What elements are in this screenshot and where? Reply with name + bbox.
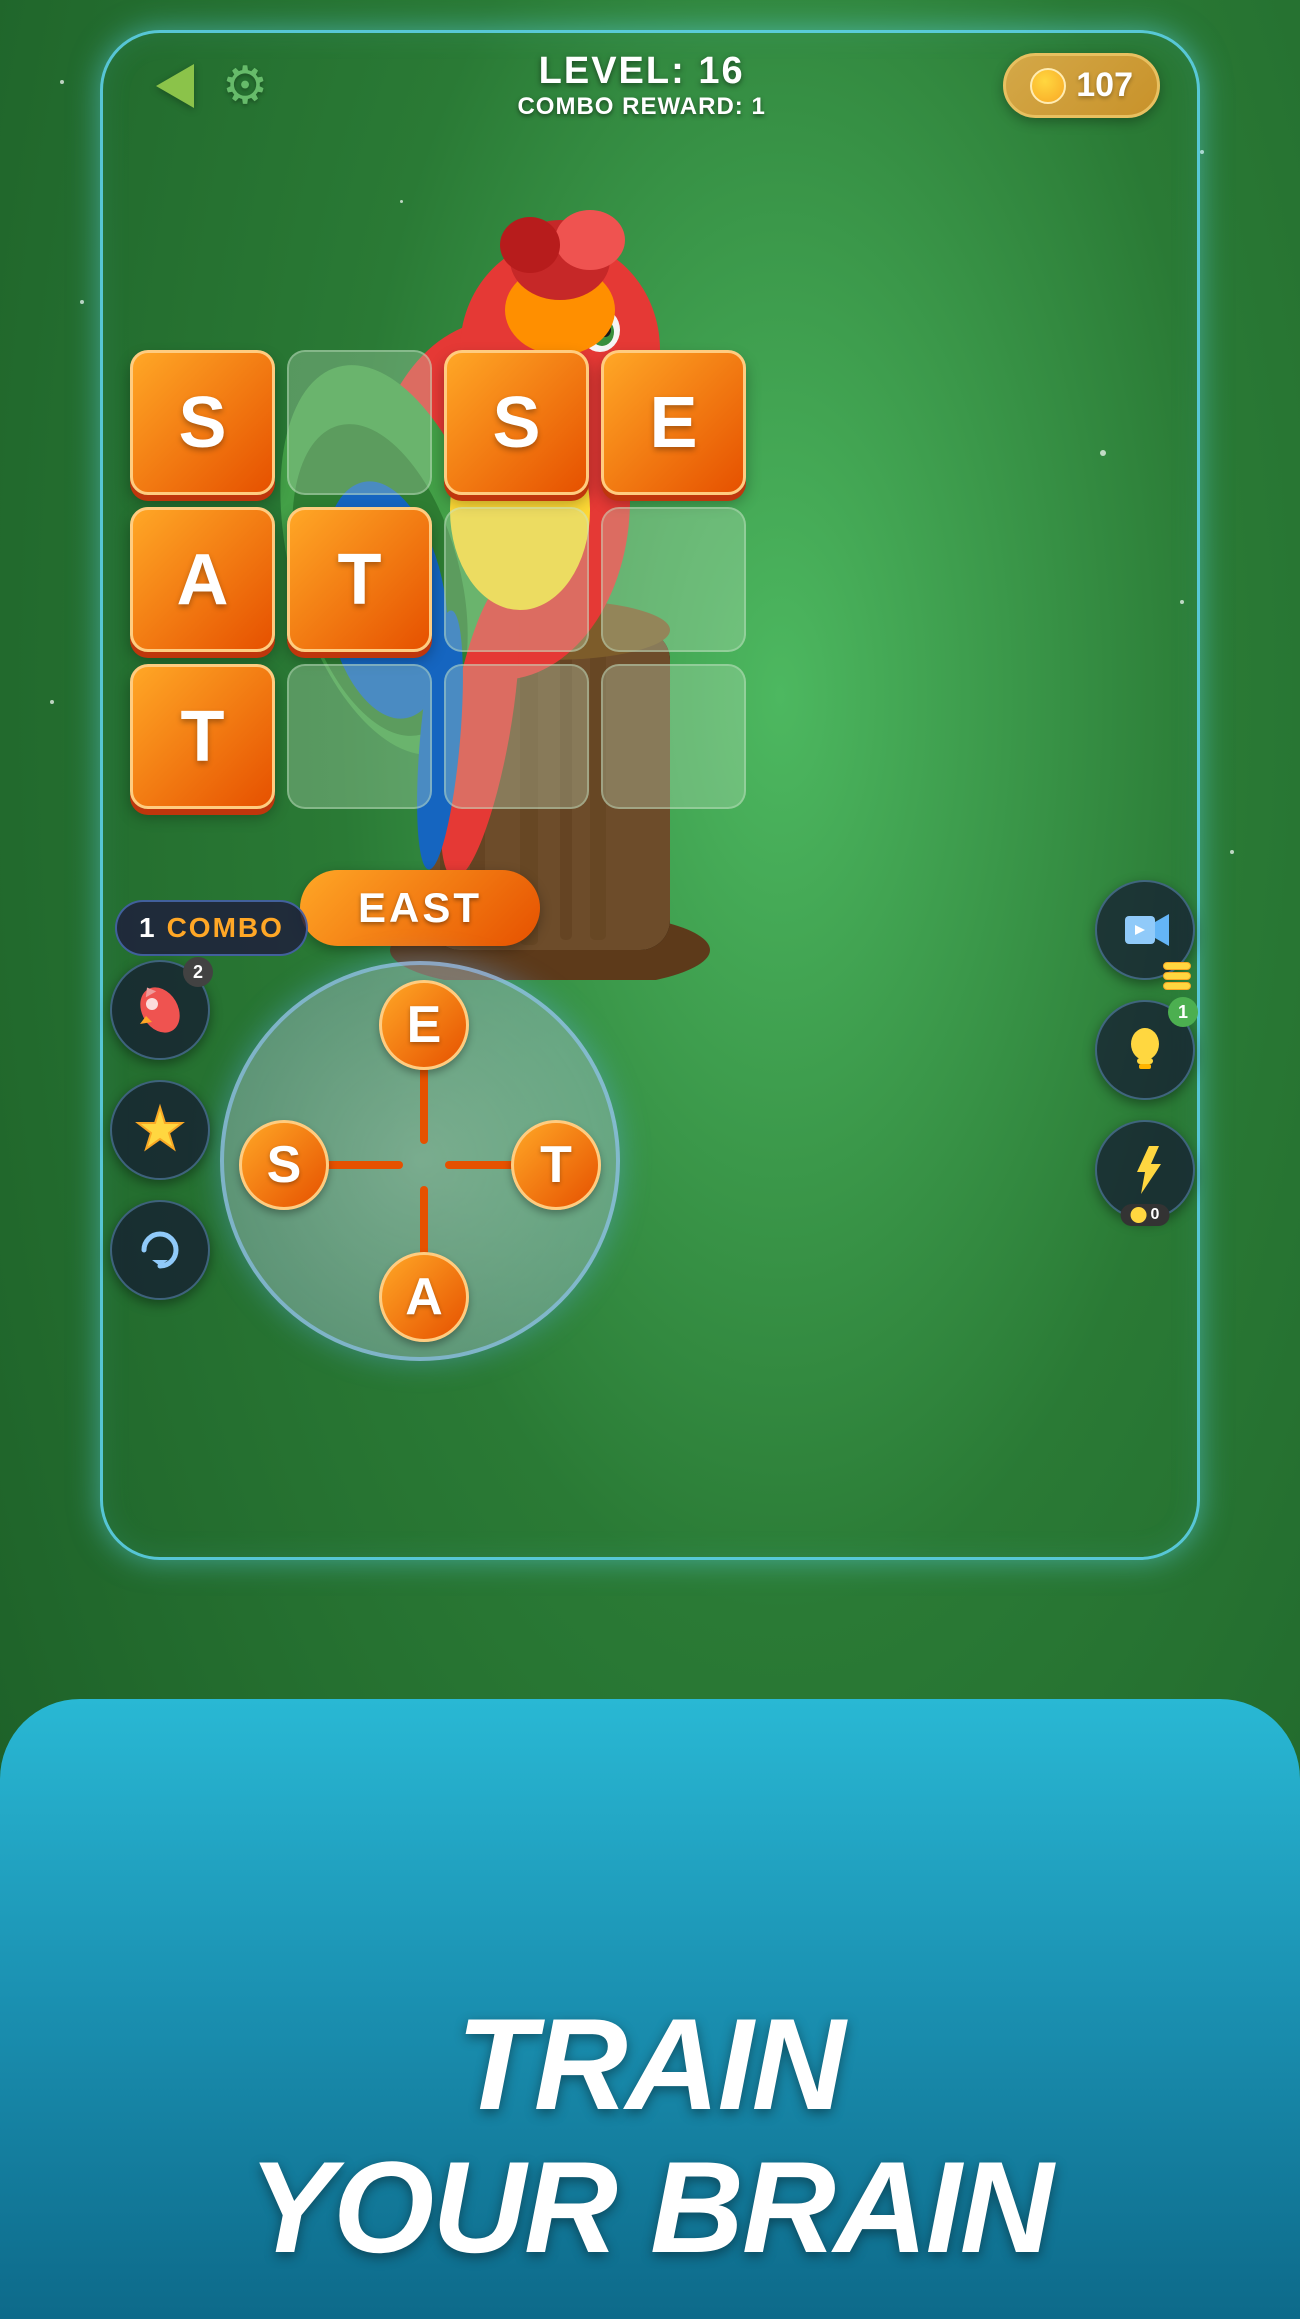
lightning-button[interactable]: 0 <box>1095 1120 1195 1220</box>
combo-label: COMBO <box>167 912 284 944</box>
lightning-count: 0 <box>1151 1206 1160 1224</box>
tagline-line1: TRAIN <box>0 1993 1300 2136</box>
gear-icon: ⚙ <box>222 56 269 116</box>
tile-empty-2 <box>444 507 589 652</box>
tile-t2[interactable]: T <box>130 664 275 809</box>
letter-wheel[interactable]: E S T A <box>220 961 620 1361</box>
settings-button[interactable]: ⚙ <box>210 51 280 121</box>
sparkle <box>1200 150 1204 154</box>
sparkle <box>80 300 84 304</box>
lightning-coin-icon <box>1131 1207 1147 1223</box>
rocket-icon <box>132 982 188 1038</box>
tagline: TRAIN YOUR BRAIN <box>0 1993 1300 2279</box>
wheel-word-display: EAST <box>300 870 540 946</box>
lightning-badge: 0 <box>1121 1204 1170 1226</box>
wheel-letter-s[interactable]: S <box>239 1120 329 1210</box>
game-grid: S S E A T T <box>130 350 746 809</box>
star-icon <box>132 1102 188 1158</box>
tile-empty-6 <box>601 664 746 809</box>
hint-badge: 1 <box>1168 997 1198 1027</box>
rocket-badge: 2 <box>183 957 213 987</box>
hint-button[interactable]: 1 <box>1095 1000 1195 1100</box>
tile-empty-3 <box>601 507 746 652</box>
coins-value: 107 <box>1076 66 1133 105</box>
tile-empty-5 <box>444 664 589 809</box>
side-buttons-right: 1 0 <box>1095 880 1195 1220</box>
header: ⚙ LEVEL: 16 COMBO REWARD: 1 107 <box>100 50 1200 121</box>
coins-badge: 107 <box>1003 53 1160 118</box>
star-button[interactable] <box>110 1080 210 1180</box>
wheel-letter-a[interactable]: A <box>379 1252 469 1342</box>
tile-t1[interactable]: T <box>287 507 432 652</box>
combo-badge: 1 COMBO <box>115 900 308 956</box>
rocket-button[interactable]: 2 <box>110 960 210 1060</box>
video-icon <box>1117 902 1173 958</box>
wheel-letter-e[interactable]: E <box>379 980 469 1070</box>
level-info: LEVEL: 16 COMBO REWARD: 1 <box>300 50 983 121</box>
back-icon <box>156 64 194 108</box>
wheel-letter-t[interactable]: T <box>511 1120 601 1210</box>
coin-icon <box>1030 68 1066 104</box>
tile-e[interactable]: E <box>601 350 746 495</box>
sparkle <box>60 80 64 84</box>
tile-s2[interactable]: S <box>444 350 589 495</box>
tile-empty-4 <box>287 664 432 809</box>
combo-reward-label: COMBO REWARD: 1 <box>300 93 983 121</box>
sparkle <box>1230 850 1234 854</box>
refresh-icon <box>132 1222 188 1278</box>
wheel-word: EAST <box>358 884 482 931</box>
tile-empty-1 <box>287 350 432 495</box>
level-label: LEVEL: 16 <box>300 50 983 93</box>
lightbulb-icon <box>1117 1022 1173 1078</box>
tile-a[interactable]: A <box>130 507 275 652</box>
sparkle <box>50 700 54 704</box>
tagline-line2: YOUR BRAIN <box>0 2136 1300 2279</box>
refresh-button[interactable] <box>110 1200 210 1300</box>
back-button[interactable] <box>140 51 210 121</box>
combo-number: 1 <box>139 912 155 944</box>
tile-s1[interactable]: S <box>130 350 275 495</box>
lightning-icon <box>1117 1142 1173 1198</box>
side-buttons-left: 2 <box>110 960 210 1300</box>
video-button[interactable] <box>1095 880 1195 980</box>
